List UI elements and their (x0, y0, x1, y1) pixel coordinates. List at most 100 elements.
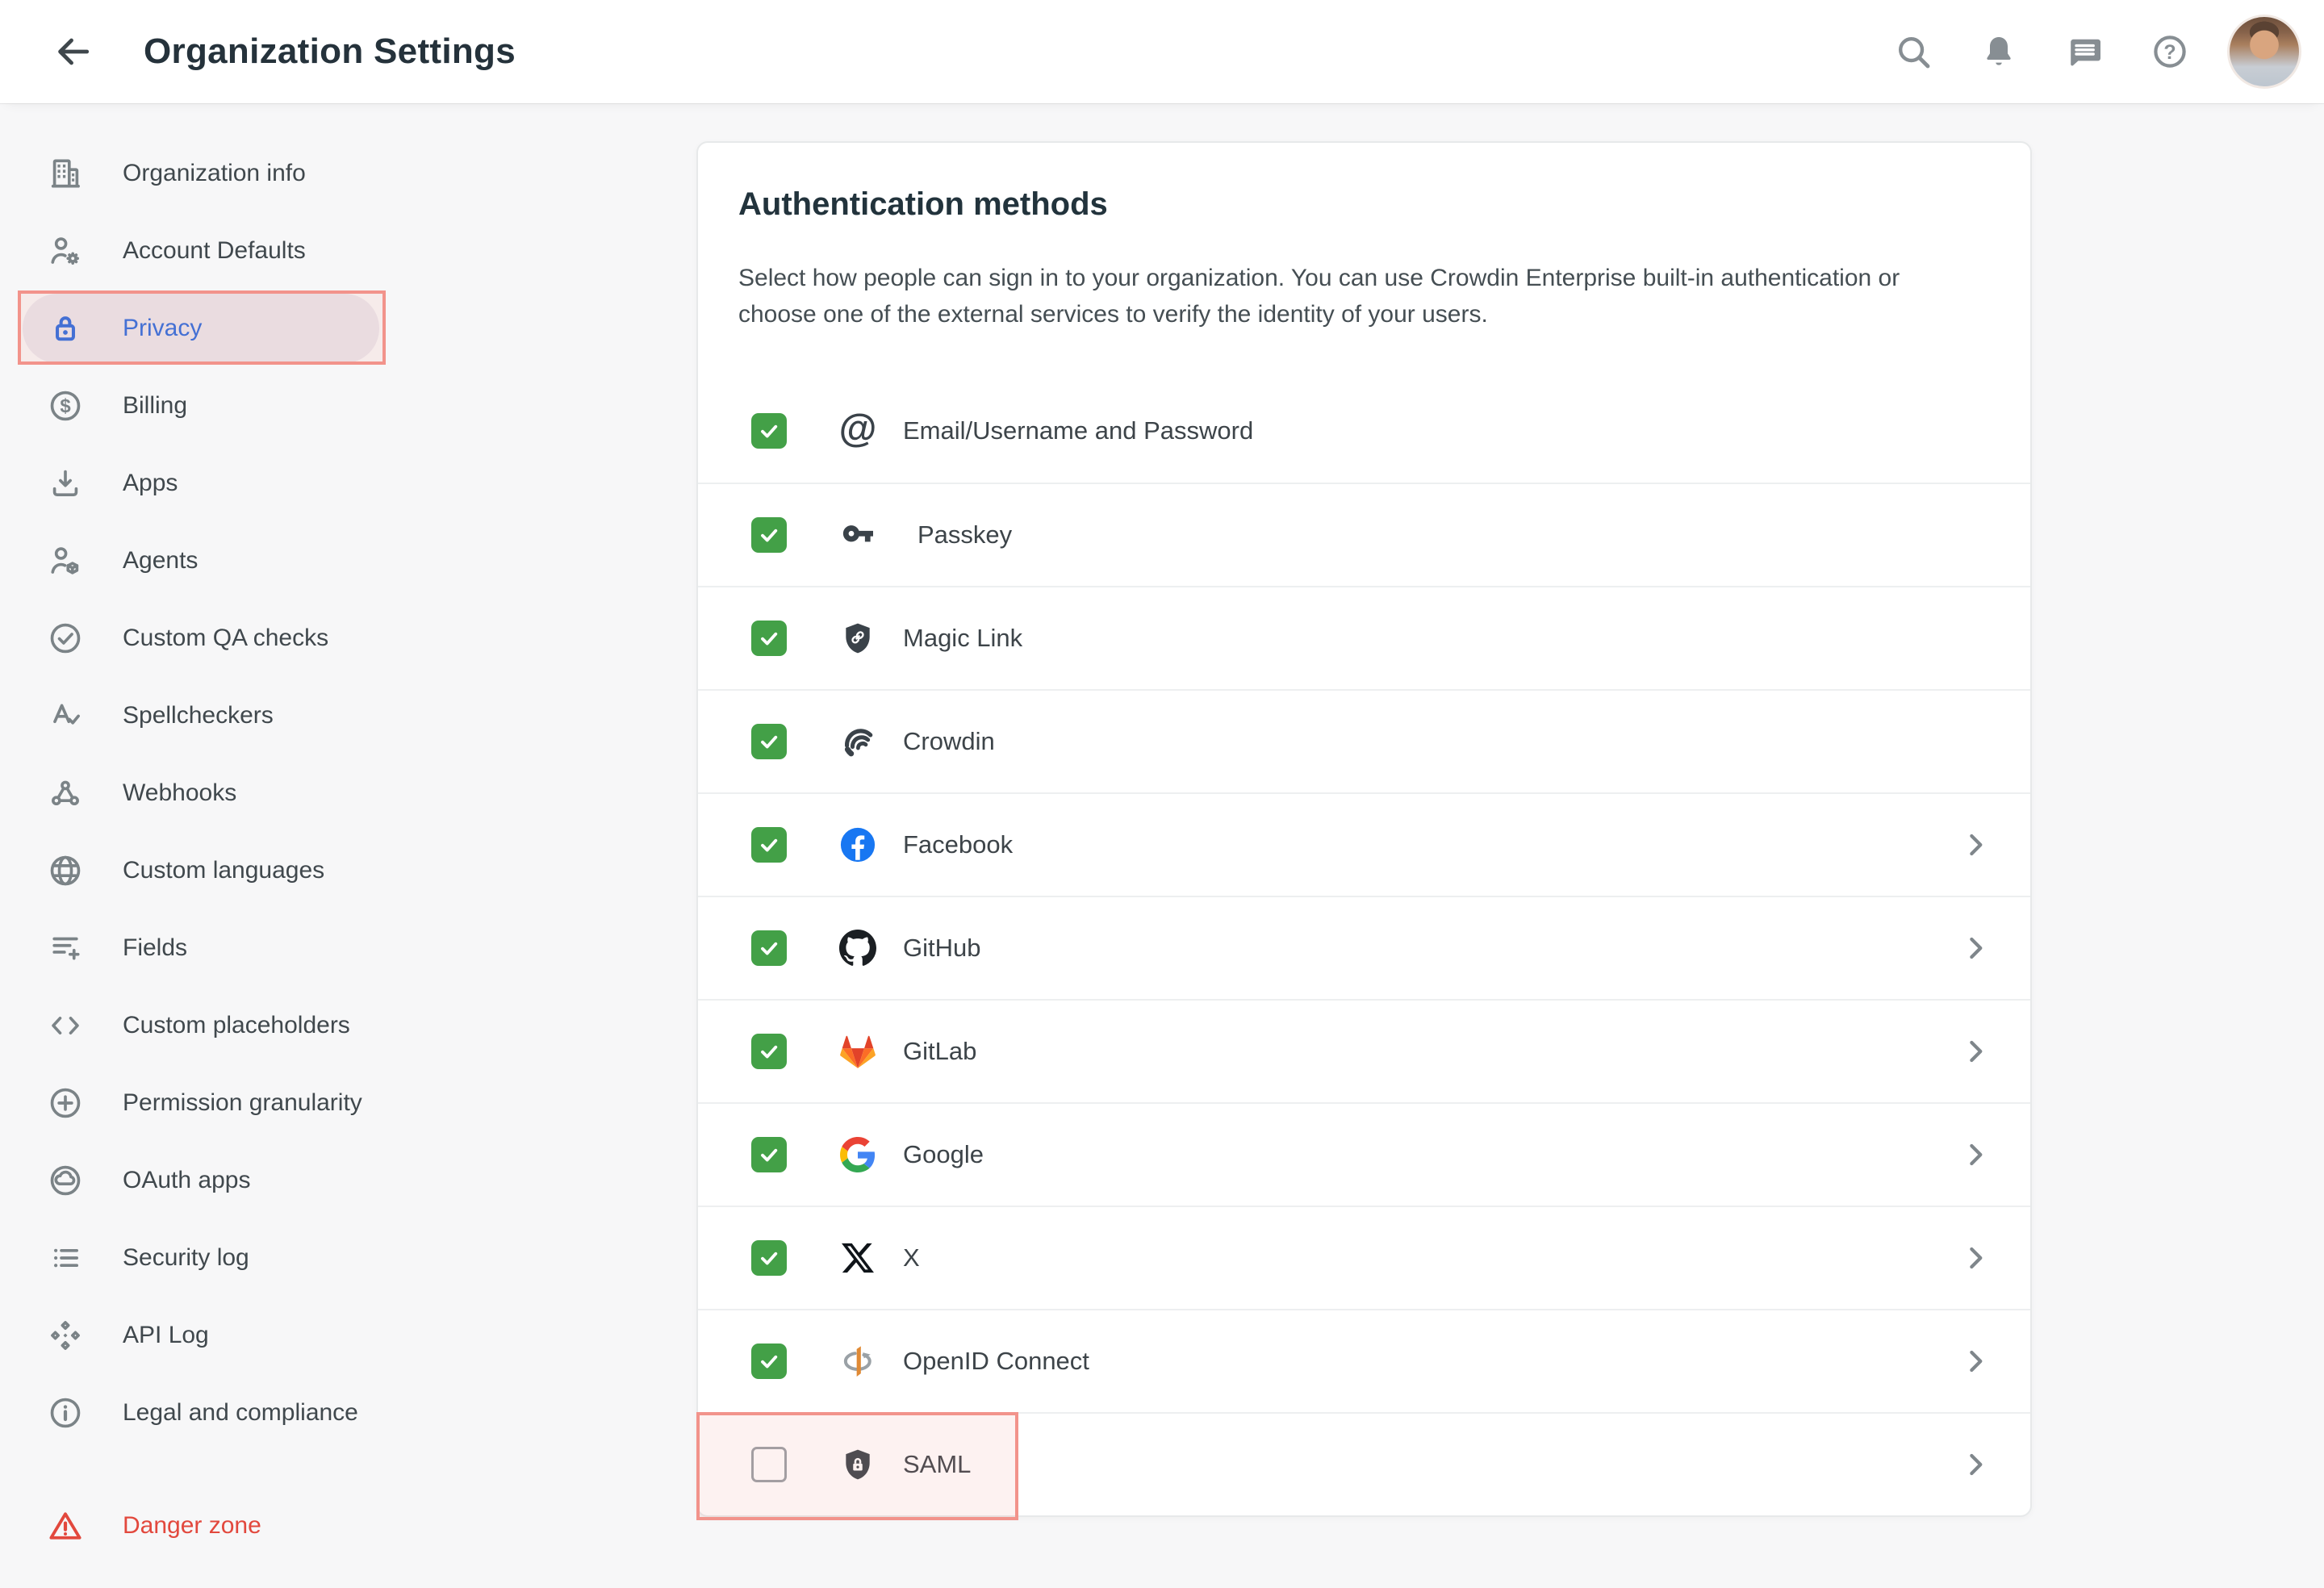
check-icon (757, 1039, 781, 1064)
github-icon (838, 929, 877, 967)
user-avatar[interactable] (2227, 15, 2301, 89)
chevron-right-icon[interactable] (1959, 1448, 1992, 1481)
auth-method-label: Email/Username and Password (903, 416, 1253, 445)
building-icon (47, 155, 84, 192)
user-gear-icon (47, 232, 84, 270)
sidebar-item-label: API Log (123, 1322, 209, 1349)
sidebar-item-permission-granularity[interactable]: Permission granularity (0, 1064, 694, 1142)
sidebar-item-custom-qa-checks[interactable]: Custom QA checks (0, 600, 694, 677)
sidebar-item-label: Billing (123, 392, 187, 420)
crowdin-icon (838, 722, 877, 761)
chevron-right-icon[interactable] (1959, 1139, 1992, 1171)
dollar-circle-icon: $ (47, 387, 84, 424)
sidebar-item-label: Apps (123, 470, 178, 497)
chat-icon (2065, 32, 2104, 71)
auth-method-label: Magic Link (903, 624, 1022, 653)
check-icon (757, 936, 781, 960)
auth-row-crowdin[interactable]: Crowdin (698, 689, 2030, 792)
plus-circle-icon (47, 1084, 84, 1122)
sidebar-item-api-log[interactable]: API Log (0, 1297, 694, 1374)
help-button[interactable]: ? (2148, 30, 2192, 73)
auth-row-passkey[interactable]: Passkey (698, 483, 2030, 586)
top-actions: ? (1850, 15, 2301, 89)
sidebar-item-organization-info[interactable]: Organization info (0, 135, 694, 212)
checkbox-checked[interactable] (751, 1034, 787, 1069)
auth-method-label: X (903, 1243, 920, 1272)
notifications-button[interactable] (1977, 30, 2021, 73)
svg-text:?: ? (2163, 41, 2176, 64)
globe-icon (47, 852, 84, 889)
settings-sidebar: Organization info Account Defaults (0, 103, 694, 1565)
download-icon (47, 465, 84, 502)
sidebar-item-label: Agents (123, 547, 198, 575)
auth-row-saml[interactable]: SAML (698, 1412, 2030, 1515)
auth-method-label: SAML (903, 1450, 971, 1479)
checkbox-checked[interactable] (751, 413, 787, 449)
checkbox-checked[interactable] (751, 1137, 787, 1172)
checkbox-checked[interactable] (751, 827, 787, 863)
list-plus-icon (47, 930, 84, 967)
sidebar-item-custom-placeholders[interactable]: Custom placeholders (0, 987, 694, 1064)
card-header: Authentication methods Select how people… (698, 143, 2030, 379)
auth-row-facebook[interactable]: Facebook (698, 792, 2030, 896)
sidebar-item-apps[interactable]: Apps (0, 445, 694, 522)
sidebar-item-billing[interactable]: $ Billing (0, 367, 694, 445)
auth-method-label: Facebook (903, 830, 1013, 859)
x-icon (838, 1239, 877, 1277)
auth-row-github[interactable]: GitHub (698, 896, 2030, 999)
sidebar-item-oauth-apps[interactable]: OAuth apps (0, 1142, 694, 1219)
arrow-left-icon (52, 31, 93, 72)
auth-method-label: GitHub (903, 934, 980, 963)
sidebar-item-agents[interactable]: Agents (0, 522, 694, 600)
warning-triangle-icon (47, 1507, 84, 1544)
google-icon (838, 1135, 877, 1174)
sidebar-item-privacy[interactable]: Privacy (0, 290, 694, 367)
check-icon (757, 626, 781, 650)
check-icon (757, 833, 781, 857)
sidebar-item-legal-and-compliance[interactable]: Legal and compliance (0, 1374, 694, 1452)
checkbox-checked[interactable] (751, 621, 787, 656)
check-circle-icon (47, 620, 84, 657)
chevron-right-icon[interactable] (1959, 1345, 1992, 1377)
auth-row-email-password[interactable]: @ Email/Username and Password (698, 379, 2030, 483)
at-icon: @ (838, 412, 877, 450)
sidebar-item-label: Danger zone (123, 1512, 261, 1540)
check-icon (757, 1143, 781, 1167)
sidebar-item-label: Legal and compliance (123, 1399, 358, 1427)
sidebar-item-spellcheckers[interactable]: Spellcheckers (0, 677, 694, 754)
chevron-right-icon[interactable] (1959, 932, 1992, 964)
check-icon (757, 523, 781, 547)
auth-row-openid-connect[interactable]: OpenID Connect (698, 1309, 2030, 1412)
checkbox-checked[interactable] (751, 1240, 787, 1276)
auth-method-list: @ Email/Username and Password Passkey (698, 379, 2030, 1515)
chevron-right-icon[interactable] (1959, 1242, 1992, 1274)
sidebar-item-danger-zone[interactable]: Danger zone (0, 1487, 694, 1565)
checkbox-checked[interactable] (751, 1344, 787, 1379)
checkbox-unchecked[interactable] (751, 1447, 787, 1482)
sidebar-item-label: Organization info (123, 160, 306, 187)
search-button[interactable] (1891, 30, 1935, 73)
shield-link-icon (838, 619, 877, 658)
sidebar-item-webhooks[interactable]: Webhooks (0, 754, 694, 832)
back-button[interactable] (50, 29, 95, 74)
checkbox-checked[interactable] (751, 517, 787, 553)
auth-row-x[interactable]: X (698, 1206, 2030, 1309)
sidebar-item-custom-languages[interactable]: Custom languages (0, 832, 694, 909)
messages-button[interactable] (2063, 30, 2106, 73)
openid-icon (838, 1342, 877, 1381)
card-description: Select how people can sign in to your or… (738, 260, 1973, 332)
checkbox-checked[interactable] (751, 930, 787, 966)
key-icon (838, 516, 877, 554)
chevron-right-icon[interactable] (1959, 1035, 1992, 1068)
api-icon (47, 1317, 84, 1354)
auth-row-google[interactable]: Google (698, 1102, 2030, 1206)
auth-row-magic-link[interactable]: Magic Link (698, 586, 2030, 689)
auth-method-label: Passkey (917, 520, 1012, 550)
sidebar-item-security-log[interactable]: Security log (0, 1219, 694, 1297)
sidebar-item-fields[interactable]: Fields (0, 909, 694, 987)
chevron-right-icon[interactable] (1959, 829, 1992, 861)
checkbox-checked[interactable] (751, 724, 787, 759)
auth-row-gitlab[interactable]: GitLab (698, 999, 2030, 1102)
user-cube-icon (47, 542, 84, 579)
sidebar-item-account-defaults[interactable]: Account Defaults (0, 212, 694, 290)
